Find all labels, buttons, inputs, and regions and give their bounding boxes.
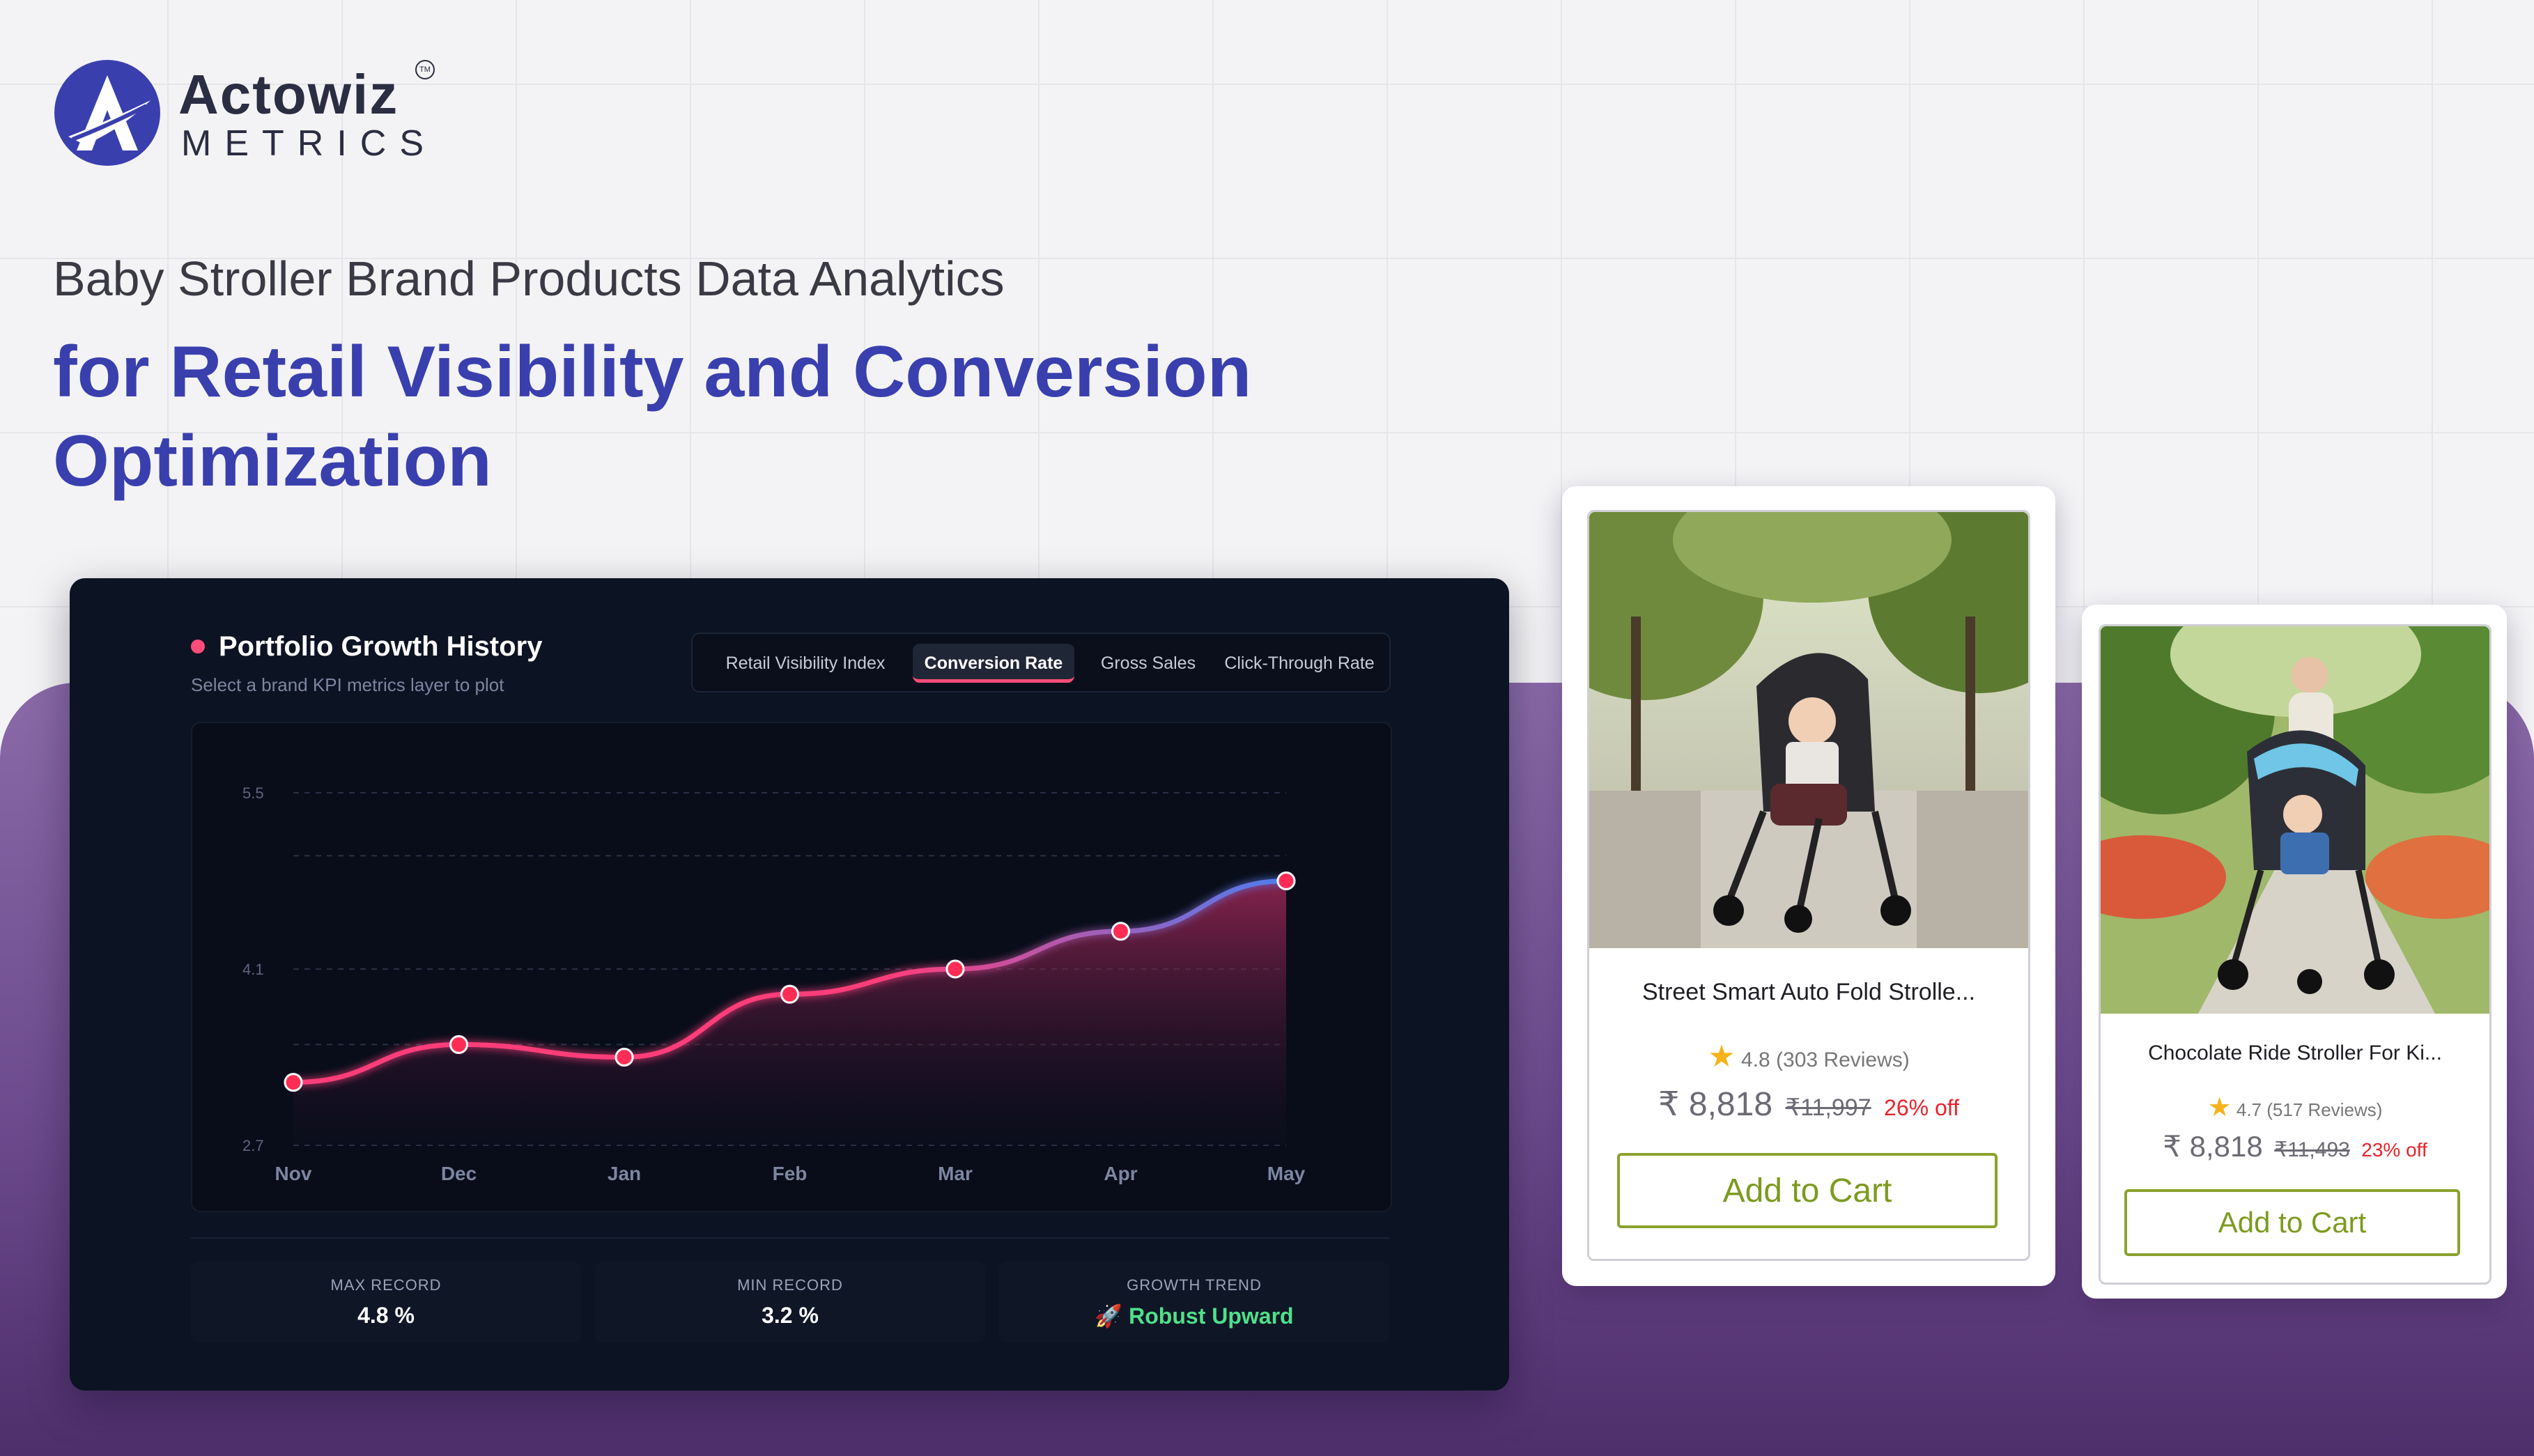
- brand-name: Actowiz: [178, 63, 399, 125]
- rating-text: 4.7 (517 Reviews): [2236, 1099, 2383, 1120]
- stat-value: 3.2 %: [762, 1303, 819, 1328]
- stroller-photo-icon: [1589, 512, 2028, 948]
- star-icon: ★: [2207, 1093, 2232, 1122]
- data-point[interactable]: [780, 984, 799, 1004]
- stat-label: MIN RECORD: [737, 1276, 843, 1294]
- brand-subtitle: METRICS: [181, 123, 437, 164]
- product-mrp: ₹11,997: [1785, 1094, 1871, 1121]
- stat-value-row: 🚀 Robust Upward: [999, 1303, 1389, 1329]
- product-image[interactable]: [1589, 512, 2028, 948]
- tab-retail-visibility-index[interactable]: Retail Visibility Index: [704, 644, 907, 683]
- product-card[interactable]: Chocolate Ride Stroller For Ki... ★ 4.7 …: [2082, 605, 2507, 1299]
- stroller-photo-icon: [2101, 626, 2489, 1014]
- rocket-icon: 🚀: [1095, 1303, 1123, 1329]
- tab-gross-sales[interactable]: Gross Sales: [1083, 644, 1214, 683]
- add-to-cart-button[interactable]: Add to Cart: [1617, 1153, 1998, 1228]
- product-card-frame: Street Smart Auto Fold Strolle... ★ 4.8 …: [1587, 510, 2030, 1261]
- stat-min-record: MIN RECORD 3.2 %: [595, 1261, 985, 1343]
- product-rating: ★ 4.7 (517 Reviews): [2101, 1092, 2489, 1123]
- conversion-rate-chart: 5.5 4.1 2.7 Nov Dec Jan Feb Mar Apr May: [242, 784, 1306, 1184]
- kpi-tab-bar: Retail Visibility Index Conversion Rate …: [691, 633, 1391, 692]
- product-price: ₹ 8,818: [1658, 1086, 1773, 1123]
- x-tick-label: Nov: [275, 1163, 312, 1184]
- dashboard-panel: Portfolio Growth History Select a brand …: [70, 578, 1509, 1391]
- data-point[interactable]: [1111, 922, 1130, 941]
- y-tick-label: 2.7: [242, 1137, 264, 1154]
- stat-max-record: MAX RECORD 4.8 %: [191, 1261, 581, 1343]
- product-card-frame: Chocolate Ride Stroller For Ki... ★ 4.7 …: [2099, 624, 2491, 1285]
- stat-label: MAX RECORD: [330, 1276, 442, 1294]
- tab-conversion-rate[interactable]: Conversion Rate: [913, 644, 1074, 683]
- data-point[interactable]: [449, 1035, 468, 1054]
- product-title[interactable]: Street Smart Auto Fold Strolle...: [1589, 979, 2028, 1006]
- data-point[interactable]: [284, 1073, 303, 1092]
- product-mrp: ₹11,493: [2274, 1138, 2350, 1161]
- discount-badge: 26% off: [1884, 1095, 1959, 1120]
- series-area: [293, 881, 1286, 1145]
- tab-click-through-rate[interactable]: Click-Through Rate: [1219, 644, 1380, 683]
- x-tick-label: Mar: [938, 1163, 973, 1184]
- y-tick-label: 5.5: [242, 784, 264, 802]
- product-title[interactable]: Chocolate Ride Stroller For Ki...: [2101, 1041, 2489, 1065]
- status-dot-icon: [191, 640, 205, 653]
- panel-divider: [191, 1237, 1389, 1239]
- x-tick-label: Jan: [608, 1163, 641, 1184]
- chart-area: 5.5 4.1 2.7 Nov Dec Jan Feb Mar Apr May: [191, 722, 1392, 1212]
- discount-badge: 23% off: [2361, 1139, 2427, 1161]
- product-rating: ★ 4.8 (303 Reviews): [1589, 1039, 2028, 1074]
- product-card[interactable]: Street Smart Auto Fold Strolle... ★ 4.8 …: [1562, 486, 2055, 1286]
- y-tick-label: 4.1: [242, 961, 264, 978]
- hero-subheading: Baby Stroller Brand Products Data Analyt…: [53, 251, 1005, 306]
- stat-value: 4.8 %: [357, 1303, 415, 1328]
- data-point[interactable]: [1276, 872, 1296, 890]
- panel-title: Portfolio Growth History: [219, 631, 543, 662]
- product-price: ₹ 8,818: [2163, 1130, 2263, 1163]
- price-row: ₹ 8,818 ₹11,493 23% off: [2101, 1129, 2489, 1163]
- x-tick-label: Feb: [773, 1163, 808, 1184]
- data-point[interactable]: [945, 959, 965, 979]
- add-to-cart-button[interactable]: Add to Cart: [2124, 1189, 2460, 1256]
- rating-text: 4.8 (303 Reviews): [1741, 1048, 1910, 1071]
- growth-trend-value: Robust Upward: [1129, 1303, 1294, 1329]
- star-icon: ★: [1708, 1039, 1736, 1074]
- product-image[interactable]: [2101, 626, 2489, 1014]
- price-row: ₹ 8,818 ₹11,997 26% off: [1589, 1085, 2028, 1124]
- x-tick-label: Apr: [1104, 1163, 1137, 1184]
- stat-growth-trend: GROWTH TREND 🚀 Robust Upward: [999, 1261, 1389, 1343]
- data-point[interactable]: [615, 1048, 634, 1067]
- x-tick-label: Dec: [441, 1163, 477, 1184]
- stat-label: GROWTH TREND: [1127, 1276, 1262, 1294]
- panel-subtitle: Select a brand KPI metrics layer to plot: [191, 674, 504, 695]
- actowiz-logo-icon: [54, 60, 160, 166]
- x-tick-label: May: [1267, 1163, 1306, 1184]
- hero-heading: for Retail Visibility and Conversion Opt…: [53, 332, 1252, 502]
- trademark-badge: TM: [415, 60, 435, 79]
